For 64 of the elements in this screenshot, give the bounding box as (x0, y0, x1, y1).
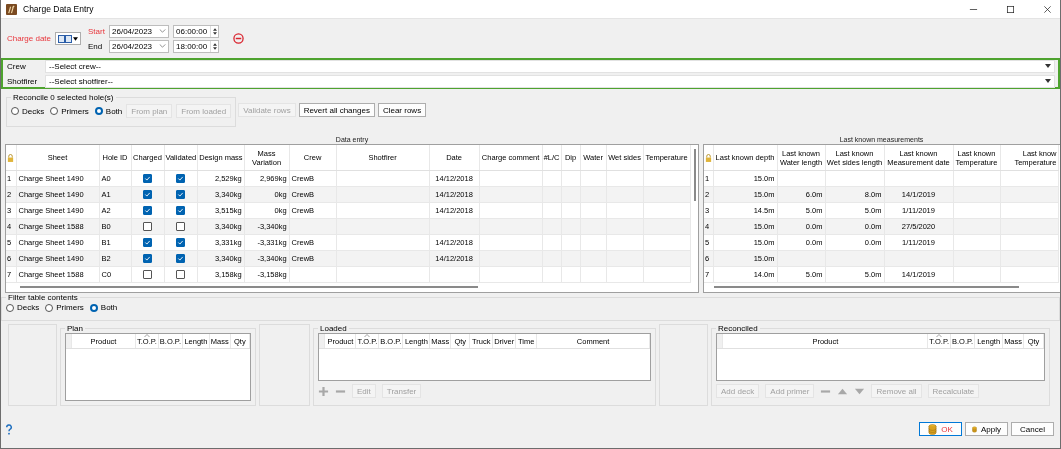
caret-icon (1045, 64, 1051, 68)
database-icon (928, 423, 938, 435)
calendar-dropdown-button[interactable] (55, 32, 82, 45)
checkbox[interactable] (143, 270, 152, 280)
dialog-button[interactable]: OK (919, 422, 962, 436)
charge-date-label: Charge date (7, 34, 52, 43)
maximize-icon[interactable] (1006, 4, 1015, 14)
checkbox[interactable] (143, 190, 152, 200)
chevron-icon (159, 44, 167, 48)
dropdown-field[interactable]: --Select shotfirer-- (45, 74, 1055, 88)
help-icon[interactable] (5, 423, 13, 435)
range-label: Start (88, 26, 106, 36)
checkbox[interactable] (176, 222, 186, 232)
dialog-button[interactable]: Apply (965, 422, 1008, 436)
field-label: Crew (7, 61, 27, 71)
checkbox[interactable] (176, 174, 186, 184)
close-icon[interactable] (1043, 4, 1052, 14)
radio-button[interactable]: Both (94, 106, 123, 116)
button[interactable]: Revert all changes (298, 103, 375, 117)
checkbox[interactable] (176, 254, 186, 264)
checkbox[interactable] (143, 238, 152, 248)
group-title: Filter table contents (7, 293, 79, 302)
scrollbar[interactable] (714, 286, 1019, 288)
group-title: Plan (66, 324, 84, 333)
radio-button[interactable]: Primers (50, 106, 89, 116)
checkbox[interactable] (143, 222, 152, 232)
spinner-icon[interactable] (210, 25, 219, 37)
chevron-icon (159, 29, 167, 33)
radio-button[interactable]: Decks (11, 106, 45, 116)
date-field[interactable]: 26/04/2023 (109, 24, 170, 38)
scrollbar[interactable] (693, 149, 696, 201)
app-icon (6, 3, 17, 15)
checkbox[interactable] (143, 254, 152, 264)
group-title: Loaded (319, 324, 348, 333)
caret-icon (73, 36, 79, 41)
checkbox[interactable] (176, 238, 186, 248)
scrollbar[interactable] (20, 286, 478, 288)
checkbox[interactable] (143, 174, 152, 184)
dialog-button[interactable]: Cancel (1011, 422, 1054, 436)
date-field[interactable]: 26/04/2023 (109, 39, 170, 53)
radio-button[interactable]: Both (89, 303, 118, 312)
dropdown-field[interactable]: --Select crew-- (45, 59, 1055, 73)
database-icon (972, 423, 977, 435)
checkbox[interactable] (176, 190, 186, 200)
group-title: Reconciled (717, 324, 759, 333)
remove-icon[interactable] (233, 33, 245, 44)
button[interactable]: Clear rows (377, 103, 427, 117)
checkbox[interactable] (176, 270, 186, 280)
checkbox[interactable] (176, 206, 186, 216)
radio-button[interactable]: Decks (6, 303, 40, 312)
time-field[interactable]: 18:00:00 (173, 39, 220, 53)
radio-button[interactable]: Primers (45, 303, 84, 312)
range-label: End (88, 41, 104, 51)
group-title: Reconcile 0 selected hole(s) (12, 93, 115, 102)
spinner-icon[interactable] (210, 40, 219, 52)
field-label: Shotfirer (7, 76, 39, 86)
checkbox[interactable] (143, 206, 152, 216)
sort-icon (936, 334, 943, 337)
caret-icon (1045, 79, 1051, 83)
time-field[interactable]: 06:00:00 (173, 24, 220, 38)
sort-icon (364, 334, 371, 337)
sort-icon (143, 334, 150, 337)
window-title: Charge Data Entry (23, 4, 94, 14)
calendar-icon (58, 34, 73, 43)
